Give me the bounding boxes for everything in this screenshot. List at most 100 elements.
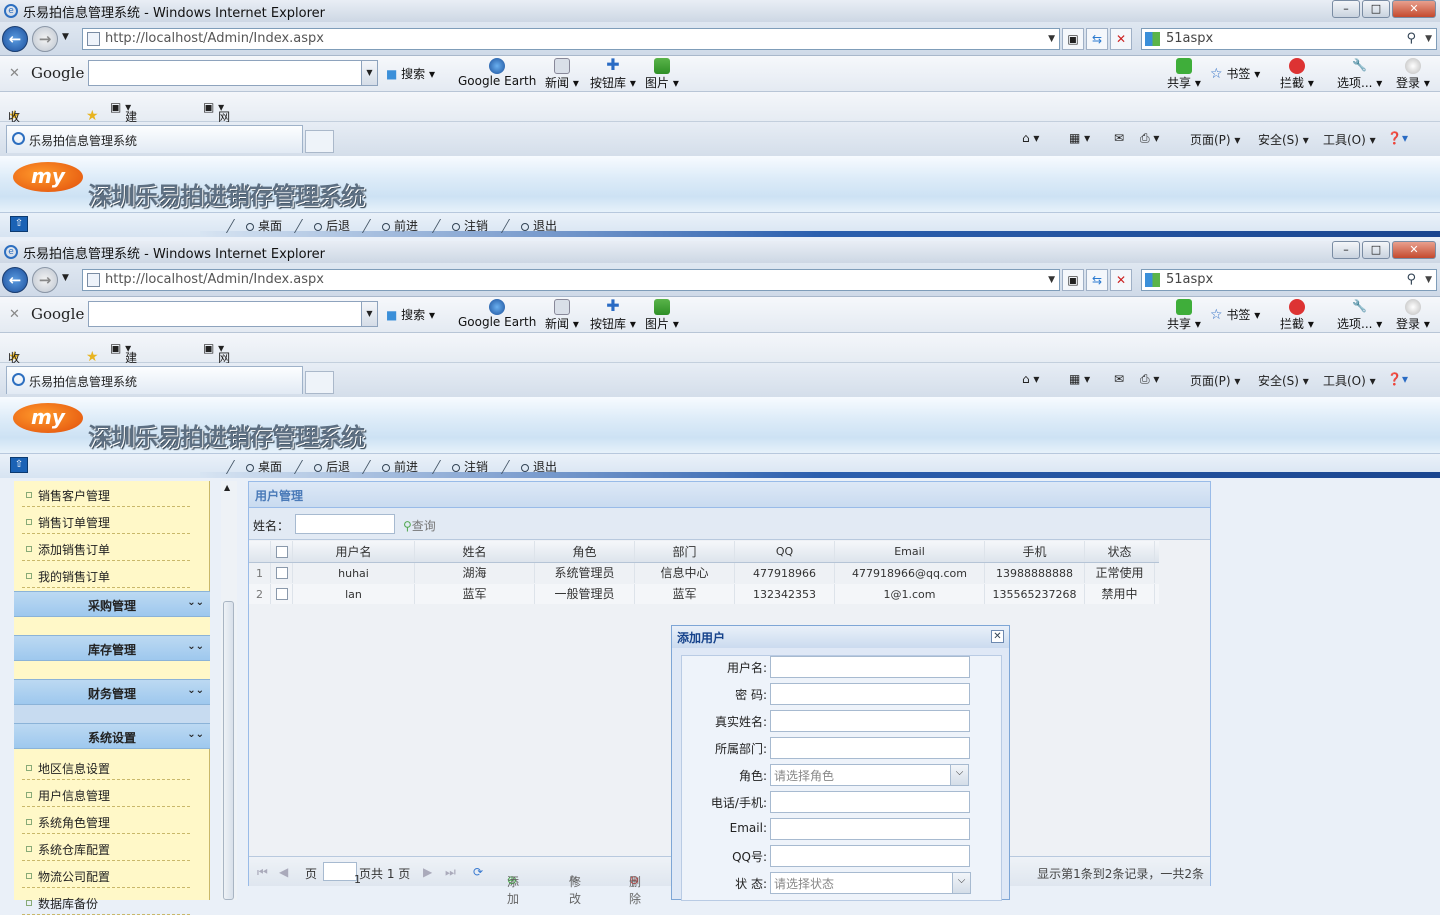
home-icon[interactable]: ⌂ ▾ [1022, 372, 1039, 386]
sidebar-item-sales-orders[interactable]: 销售订单管理 [22, 508, 190, 534]
compat-view-icon[interactable]: ▣ [1062, 28, 1084, 50]
username-field[interactable] [770, 656, 970, 678]
close-window-button[interactable]: ✕ [1392, 0, 1436, 18]
nav-exit[interactable]: 退出 [500, 458, 557, 475]
google-search-input[interactable]: ▼ [88, 301, 378, 327]
name-search-input[interactable] [295, 514, 395, 534]
address-input[interactable]: http://localhost/Admin/Index.aspx ▼ [82, 28, 1060, 50]
google-earth-button[interactable]: Google Earth [458, 58, 536, 88]
sidebar-item-warehouse-config[interactable]: 系统仓库配置 [22, 835, 190, 861]
nav-exit[interactable]: 退出 [500, 217, 557, 234]
collapse-header-icon[interactable]: ⇧ [10, 457, 28, 473]
address-dropdown-icon[interactable]: ▼ [1048, 29, 1055, 49]
suggested-sites-link[interactable]: ▣ 建议网站 ▾ [110, 341, 137, 416]
close-toolbar-icon[interactable]: ✕ [9, 66, 20, 81]
search-input[interactable]: 51aspx ⚲ ▼ [1141, 28, 1437, 50]
tools-menu[interactable]: 工具(O) ▾ [1323, 131, 1376, 148]
address-input[interactable]: http://localhost/Admin/Index.aspx ▼ [82, 269, 1060, 291]
feeds-icon[interactable]: ▦ ▾ [1069, 372, 1090, 386]
realname-field[interactable] [770, 710, 970, 732]
scrollbar-thumb[interactable] [223, 601, 234, 900]
news-button[interactable]: 新闻 ▾ [545, 299, 579, 332]
nav-desktop[interactable]: 桌面 [225, 217, 282, 234]
last-page-icon[interactable]: ⏭ [445, 865, 456, 880]
nav-desktop[interactable]: 桌面 [225, 458, 282, 475]
scroll-up-icon[interactable]: ▲ [224, 483, 230, 492]
password-field[interactable] [770, 683, 970, 705]
sidebar-section-purchasing[interactable]: 采购管理 ⌄⌄ [14, 591, 210, 617]
history-dropdown-icon[interactable]: ▼ [62, 273, 69, 283]
new-tab-button[interactable] [305, 371, 334, 394]
sidebar-item-role-management[interactable]: 系统角色管理 [22, 808, 190, 834]
history-dropdown-icon[interactable]: ▼ [62, 32, 69, 42]
share-button[interactable]: 共享 ▾ [1167, 299, 1201, 332]
chevron-down-icon[interactable]: ▼ [361, 302, 377, 326]
sidebar-section-system-settings[interactable]: 系统设置 ⌄⌄ [14, 723, 210, 749]
nav-forward[interactable]: 前进 [361, 217, 418, 234]
nav-forward[interactable]: 前进 [361, 458, 418, 475]
forward-button[interactable]: → [32, 26, 58, 52]
prev-page-icon[interactable]: ◀ [279, 865, 288, 879]
role-select[interactable]: 请选择角色 [770, 764, 969, 786]
maximize-button[interactable]: □ [1362, 0, 1390, 18]
column-header-username[interactable]: 用户名 [293, 541, 415, 562]
back-button[interactable]: ← [2, 26, 28, 52]
select-all-checkbox[interactable] [275, 546, 288, 558]
search-icon[interactable]: ⚲ [1406, 29, 1416, 49]
button-gallery-button[interactable]: ✚ 按钮库 ▾ [590, 57, 636, 91]
close-icon[interactable]: ✕ [991, 630, 1004, 643]
mail-icon[interactable]: ✉ [1114, 372, 1124, 386]
sidebar-item-add-sales-order[interactable]: 添加销售订单 [22, 535, 190, 561]
page-number-input[interactable]: 1 [323, 862, 361, 886]
images-button[interactable]: 图片 ▾ [645, 58, 679, 91]
forward-button[interactable]: → [32, 267, 58, 293]
new-tab-button[interactable] [305, 130, 334, 153]
help-icon[interactable]: ❓▾ [1387, 372, 1408, 386]
web-slice-gallery-link[interactable]: ▣ 网页快讯库 ▾ [203, 341, 230, 433]
query-button[interactable]: ⚲查询 [403, 517, 436, 534]
status-select[interactable]: 请选择状态 [770, 872, 971, 894]
mail-icon[interactable]: ✉ [1114, 131, 1124, 145]
print-icon[interactable]: ⎙ ▾ [1140, 131, 1159, 146]
browser-tab[interactable]: 乐易拍信息管理系统 [6, 366, 303, 394]
browser-tab[interactable]: 乐易拍信息管理系统 [6, 125, 303, 153]
search-dropdown-icon[interactable]: ▼ [1425, 270, 1432, 290]
maximize-button[interactable]: □ [1362, 241, 1390, 259]
signin-button[interactable]: 登录 ▾ [1396, 58, 1430, 91]
row-checkbox[interactable] [275, 567, 288, 579]
options-button[interactable]: 🔧 选项... ▾ [1337, 299, 1382, 332]
table-row[interactable]: 2 lan 蓝军 一般管理员 蓝军 132342353 1@1.com 1355… [249, 584, 1159, 605]
sidebar-scrollbar[interactable]: ▲ [221, 481, 237, 900]
sidebar-item-user-info[interactable]: 用户信息管理 [22, 781, 190, 807]
chevron-down-icon[interactable]: ▼ [361, 61, 377, 85]
close-toolbar-icon[interactable]: ✕ [9, 307, 20, 322]
google-search-button[interactable]: ■ 搜索 ▾ [386, 65, 435, 82]
home-icon[interactable]: ⌂ ▾ [1022, 131, 1039, 145]
column-header-phone[interactable]: 手机 [985, 541, 1085, 562]
safety-menu[interactable]: 安全(S) ▾ [1258, 131, 1309, 148]
qq-field[interactable] [770, 845, 970, 867]
signin-button[interactable]: 登录 ▾ [1396, 299, 1430, 332]
email-field[interactable] [770, 818, 970, 840]
google-earth-button[interactable]: Google Earth [458, 299, 536, 329]
close-window-button[interactable]: ✕ [1392, 241, 1436, 259]
page-menu[interactable]: 页面(P) ▾ [1190, 372, 1240, 389]
page-menu[interactable]: 页面(P) ▾ [1190, 131, 1240, 148]
bookmarks-button[interactable]: ☆ 书签 ▾ [1210, 65, 1260, 82]
suggested-sites-link[interactable]: ▣ 建议网站 ▾ [110, 100, 137, 175]
sidebar-section-inventory[interactable]: 库存管理 ⌄⌄ [14, 635, 210, 661]
google-search-input[interactable]: ▼ [88, 60, 378, 86]
sidebar-section-finance[interactable]: 财务管理 ⌄⌄ [14, 679, 210, 705]
table-row[interactable]: 1 huhai 湖海 系统管理员 信息中心 477918966 47791896… [249, 563, 1159, 584]
stop-icon[interactable]: ✕ [1110, 269, 1132, 291]
refresh-icon[interactable]: ⟳ [473, 865, 483, 879]
compat-view-icon[interactable]: ▣ [1062, 269, 1084, 291]
nav-back[interactable]: 后退 [293, 458, 350, 475]
search-dropdown-icon[interactable]: ▼ [1425, 29, 1432, 49]
search-icon[interactable]: ⚲ [1406, 270, 1416, 290]
collapse-header-icon[interactable]: ⇧ [10, 216, 28, 232]
stop-icon[interactable]: ✕ [1110, 28, 1132, 50]
minimize-button[interactable]: – [1332, 241, 1360, 259]
popup-blocker-button[interactable]: 拦截 ▾ [1280, 299, 1314, 332]
refresh-icon[interactable]: ⇆ [1086, 269, 1108, 291]
